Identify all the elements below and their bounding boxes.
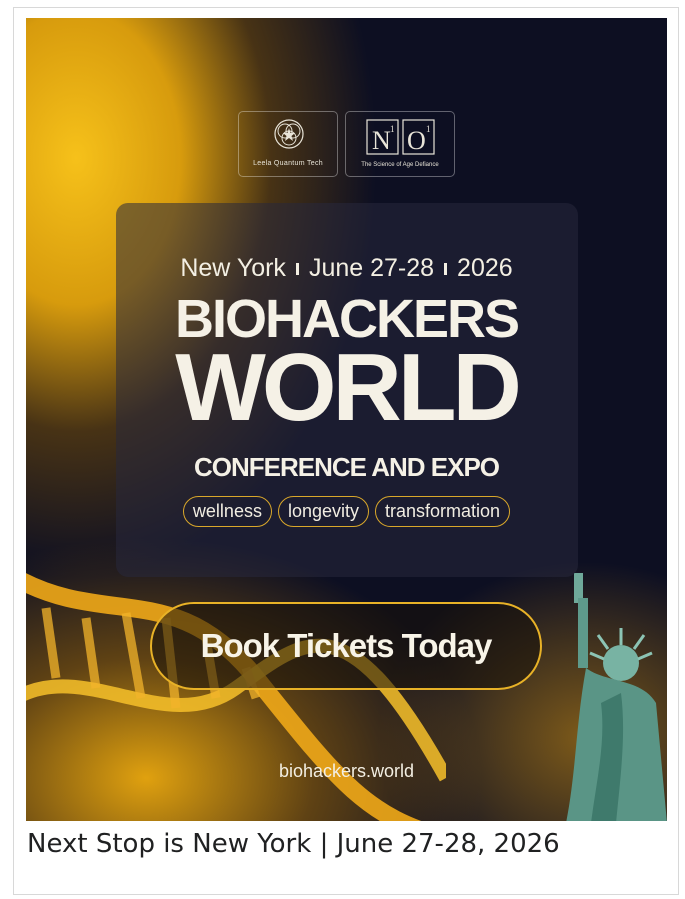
svg-text:1: 1: [426, 124, 431, 134]
event-dates: June 27-28: [308, 254, 435, 282]
event-tags: wellness longevity transformation: [26, 496, 667, 527]
n1o1-mark-icon: N 1 O 1: [366, 119, 435, 155]
event-year: 2026: [457, 254, 513, 282]
svg-text:O: O: [407, 126, 426, 155]
book-tickets-button[interactable]: Book Tickets Today: [150, 602, 542, 690]
separator: [444, 263, 448, 276]
image-caption: Next Stop is New York | June 27-28, 2026: [27, 829, 560, 859]
tag-longevity: longevity: [277, 496, 369, 527]
leela-wordmark: Leela Quantum Tech: [253, 160, 323, 167]
n1o1-logo[interactable]: N 1 O 1 The Science of Age Defiance: [345, 111, 455, 177]
event-city: New York: [180, 254, 286, 282]
statue-of-liberty-graphic: [566, 573, 667, 821]
n1o1-tagline: The Science of Age Defiance: [361, 162, 439, 168]
event-banner[interactable]: Leela Quantum Tech N 1 O 1 The Science o…: [26, 18, 667, 821]
separator: [295, 263, 299, 276]
event-subtitle: CONFERENCE AND EXPO: [193, 452, 500, 482]
svg-text:1: 1: [390, 124, 395, 134]
website-link[interactable]: biohackers.world: [26, 761, 667, 782]
event-title-world: WORLD: [175, 334, 522, 441]
leela-emblem-icon: [274, 119, 304, 149]
tag-transformation: transformation: [375, 496, 511, 527]
tag-wellness: wellness: [182, 496, 272, 527]
event-date-location: New York June 27-28 2026: [26, 254, 667, 283]
svg-text:N: N: [372, 126, 391, 155]
leela-quantum-tech-logo[interactable]: Leela Quantum Tech: [238, 111, 338, 177]
